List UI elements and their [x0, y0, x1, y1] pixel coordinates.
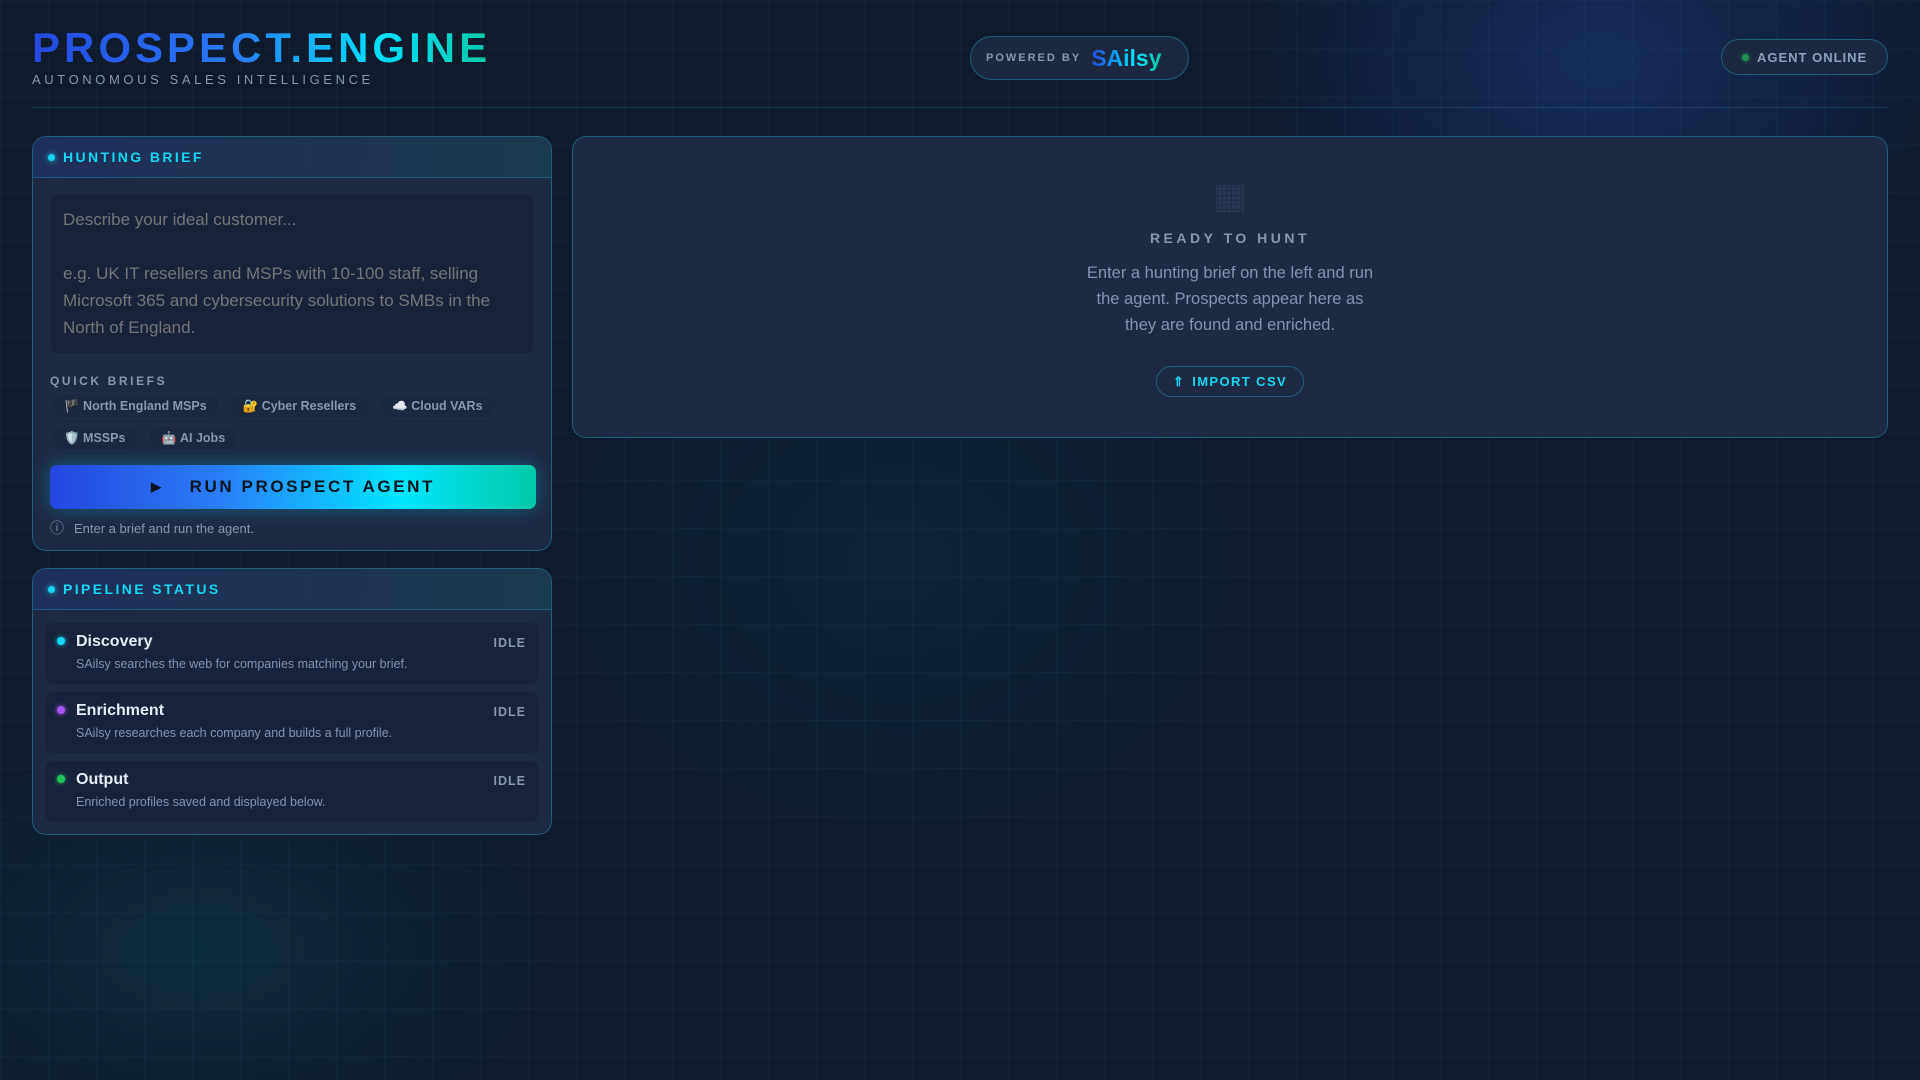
quick-brief-mssps[interactable]: 🛡️ MSSPs	[50, 425, 140, 451]
stage-name: Discovery	[76, 633, 153, 650]
play-icon: ▶	[150, 479, 164, 494]
agent-status-badge: AGENT ONLINE	[1721, 39, 1888, 75]
info-icon: ⓘ	[50, 520, 64, 536]
import-csv-button[interactable]: ⇑ IMPORT CSV	[1155, 366, 1305, 397]
quick-brief-cloud-vars[interactable]: ☁️ Cloud VARs	[378, 393, 497, 419]
stage-dot-icon	[57, 775, 65, 783]
upload-icon: ⇑	[1172, 373, 1186, 389]
pipeline-stage-discovery: Discovery SAilsy searches the web for co…	[46, 623, 538, 684]
quick-brief-north-england-msps[interactable]: 🏴 North England MSPs	[50, 393, 221, 419]
pipeline-stage-output: Output Enriched profiles saved and displ…	[46, 761, 538, 822]
app-subtitle: AUTONOMOUS SALES INTELLIGENCE	[32, 72, 374, 87]
header-dot-icon	[48, 585, 55, 593]
results-panel: READY TO HUNT Enter a hunting brief on t…	[572, 136, 1888, 438]
grid-icon	[1216, 185, 1244, 212]
stage-dot-icon	[57, 706, 65, 714]
hint-text: Enter a brief and run the agent.	[74, 520, 254, 536]
quick-briefs-list: 🏴 North England MSPs 🔐 Cyber Resellers ☁…	[50, 393, 530, 451]
panel-header: HUNTING BRIEF	[33, 137, 551, 178]
stage-desc: Enriched profiles saved and displayed be…	[76, 795, 326, 809]
pipeline-stage-enrichment: Enrichment SAilsy researches each compan…	[46, 692, 538, 753]
stage-name: Enrichment	[76, 702, 165, 719]
quick-brief-ai-jobs[interactable]: 🤖 AI Jobs	[147, 425, 240, 451]
stage-status: IDLE	[493, 705, 526, 719]
panel-title: PIPELINE STATUS	[63, 581, 221, 597]
quick-brief-cyber-resellers[interactable]: 🔐 Cyber Resellers	[228, 393, 371, 419]
header-dot-icon	[48, 153, 55, 161]
header-divider	[32, 107, 1888, 108]
run-agent-label: RUN PROSPECT AGENT	[189, 477, 436, 496]
stage-dot-icon	[57, 637, 65, 645]
pipeline-status-panel: PIPELINE STATUS Discovery SAilsy searche…	[32, 568, 552, 835]
run-agent-button[interactable]: ▶ RUN PROSPECT AGENT	[50, 465, 536, 509]
hunting-brief-panel: HUNTING BRIEF QUICK BRIEFS 🏴 North Engla…	[32, 136, 552, 551]
stage-desc: SAilsy researches each company and build…	[76, 726, 393, 740]
stage-status: IDLE	[493, 636, 526, 650]
import-csv-label: IMPORT CSV	[1192, 374, 1288, 389]
panel-title: HUNTING BRIEF	[63, 149, 204, 165]
status-dot-icon	[1742, 53, 1749, 61]
stage-name: Output	[76, 771, 129, 788]
app-title: PROSPECT.ENGINE	[32, 24, 492, 71]
brief-input[interactable]	[50, 193, 534, 354]
agent-status-label: AGENT ONLINE	[1757, 49, 1868, 65]
quick-briefs-label: QUICK BRIEFS	[50, 374, 168, 388]
empty-state-title: READY TO HUNT	[1149, 230, 1311, 246]
powered-by-badge: POWERED BY SAilsy	[970, 36, 1189, 80]
empty-state-text: Enter a hunting brief on the left and ru…	[1086, 264, 1374, 334]
brief-hint: ⓘ Enter a brief and run the agent.	[50, 518, 254, 538]
brand-logo: SAilsy	[1091, 44, 1162, 71]
panel-header: PIPELINE STATUS	[33, 569, 551, 610]
stage-status: IDLE	[493, 774, 526, 788]
powered-by-label: POWERED BY	[986, 52, 1082, 64]
stage-desc: SAilsy searches the web for companies ma…	[76, 657, 408, 671]
